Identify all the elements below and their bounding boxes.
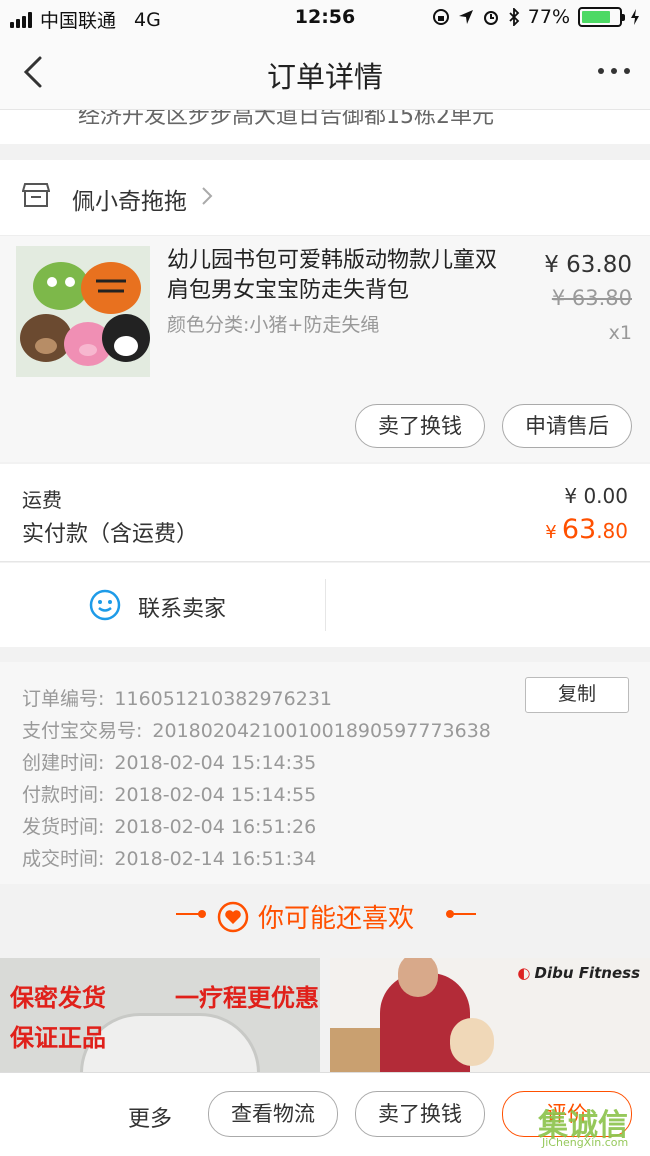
paid-decimal: .80: [596, 519, 628, 543]
paid-time-value: 2018-02-04 15:14:55: [114, 784, 317, 806]
paid-label: 实付款（含运费）: [22, 522, 199, 547]
order-number-label: 订单编号:: [22, 688, 105, 710]
location-icon: [458, 10, 473, 24]
charging-icon: [631, 9, 639, 25]
status-bar: 中国联通 4G 12:56 77%: [0, 0, 650, 36]
order-number-value: 116051210382976231: [114, 688, 332, 710]
recommend-title: 你可能还喜欢: [258, 904, 415, 934]
shipped-time-value: 2018-02-04 16:51:26: [114, 816, 317, 838]
paid-currency: ¥: [545, 522, 557, 543]
shipping-value: ¥ 0.00: [564, 484, 628, 508]
product-price: ¥ 63.80: [544, 252, 632, 278]
address-remnant: 经济开发区步步高大道日告御都15栋2单元: [0, 110, 650, 144]
battery-icon: [578, 7, 625, 27]
watermark: 集诚信 JiChengXin.com: [538, 1100, 650, 1156]
alipay-trade-label: 支付宝交易号:: [22, 720, 143, 742]
nav-bar: 订单详情: [0, 36, 650, 110]
brand-name: Dibu Fitness: [534, 964, 641, 982]
product-thumbnail[interactable]: [16, 246, 150, 377]
order-item[interactable]: 幼儿园书包可爱韩版动物款儿童双肩包男女宝宝防走失背包 颜色分类:小猪+防走失绳 …: [0, 236, 650, 462]
promo-text: 一疗程更优惠: [175, 984, 319, 1012]
recommend-card[interactable]: ◐ Dibu Fitness: [330, 958, 650, 1072]
payment-summary: 运费 ¥ 0.00 实付款（含运费） ¥ 63.80: [0, 464, 650, 562]
shipped-time-label: 发货时间:: [22, 816, 105, 838]
product-quantity: x1: [608, 322, 632, 344]
shipped-time-row: 发货时间: 2018-02-04 16:51:26: [22, 812, 316, 839]
original-price: ¥ 63.80: [551, 286, 632, 310]
alipay-trade-value: 2018020421001001890597773638: [152, 720, 491, 742]
battery-percent: 77%: [527, 6, 570, 28]
alipay-trade-row: 支付宝交易号: 2018020421001001890597773638: [22, 716, 491, 743]
product-spec: 颜色分类:小猪+防走失绳: [167, 314, 380, 336]
paid-time-label: 付款时间:: [22, 784, 105, 806]
contact-seller-row: 联系卖家: [0, 563, 650, 647]
heart-icon: [217, 901, 249, 933]
promo-text: 保密发货: [10, 984, 106, 1012]
more-button[interactable]: 更多: [128, 1101, 172, 1133]
decor-dot: [198, 910, 206, 918]
lock-rotation-icon: [432, 9, 449, 25]
product-image: [80, 1013, 260, 1072]
decor-line: [448, 913, 476, 915]
request-aftersale-button[interactable]: 申请售后: [502, 404, 632, 448]
chat-smile-icon[interactable]: [88, 588, 122, 622]
divider: [325, 579, 326, 631]
sell-for-cash-button[interactable]: 卖了换钱: [355, 1091, 485, 1137]
completed-time-row: 成交时间: 2018-02-14 16:51:34: [22, 844, 316, 871]
copy-button[interactable]: 复制: [525, 677, 629, 713]
chevron-right-icon: [202, 187, 213, 205]
created-time-row: 创建时间: 2018-02-04 15:14:35: [22, 748, 316, 775]
product-image: [398, 958, 438, 997]
recommend-card[interactable]: 保密发货 保证正品 一疗程更优惠: [0, 958, 320, 1072]
created-time-value: 2018-02-04 15:14:35: [114, 752, 317, 774]
paid-integer: 63: [561, 514, 597, 545]
bluetooth-icon: [509, 8, 520, 26]
recommend-header: 你可能还喜欢: [0, 886, 650, 950]
contact-seller-button[interactable]: 联系卖家: [138, 591, 226, 623]
shop-row[interactable]: 佩小奇拖拖: [0, 160, 650, 236]
shop-name: 佩小奇拖拖: [72, 189, 187, 215]
view-logistics-button[interactable]: 查看物流: [208, 1091, 338, 1137]
sell-for-cash-button[interactable]: 卖了换钱: [355, 404, 485, 448]
watermark-subtext: JiChengXin.com: [542, 1136, 629, 1149]
paid-time-row: 付款时间: 2018-02-04 15:14:55: [22, 780, 316, 807]
order-info: 订单编号: 116051210382976231 复制 支付宝交易号: 201802…: [0, 662, 650, 884]
created-time-label: 创建时间:: [22, 752, 105, 774]
more-options-icon[interactable]: [598, 68, 630, 74]
promo-text: 保证正品: [10, 1024, 106, 1052]
completed-time-value: 2018-02-14 16:51:34: [114, 848, 317, 870]
alarm-icon: [483, 11, 498, 25]
order-number-row: 订单编号: 116051210382976231: [22, 684, 332, 711]
product-name[interactable]: 幼儿园书包可爱韩版动物款儿童双肩包男女宝宝防走失背包: [167, 246, 512, 306]
address-text: 经济开发区步步高大道日告御都15栋2单元: [78, 110, 494, 129]
product-image: [450, 1018, 494, 1066]
brand-logo: ◐ Dibu Fitness: [517, 964, 640, 982]
store-icon: [22, 183, 50, 207]
page-title: 订单详情: [266, 60, 383, 94]
shipping-label: 运费: [22, 488, 62, 512]
completed-time-label: 成交时间:: [22, 848, 105, 870]
paid-amount: ¥ 63.80: [545, 514, 628, 545]
